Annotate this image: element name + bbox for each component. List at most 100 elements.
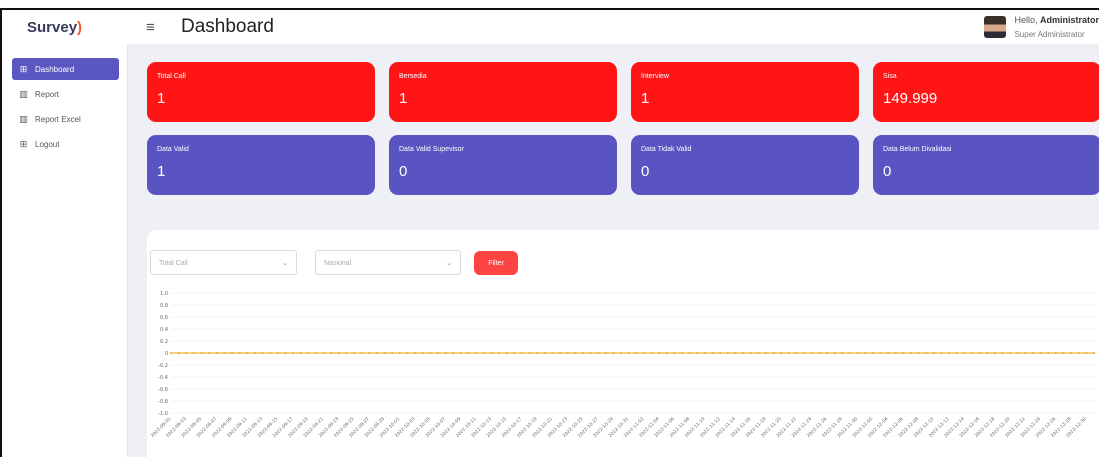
- app-frame: Survey) ≡ Dashboard Hello, Administrator…: [0, 8, 1099, 457]
- data-point: [978, 351, 981, 355]
- data-point: [688, 351, 691, 355]
- card-label: Data Belum Divalidasi: [883, 146, 952, 153]
- data-point: [825, 351, 829, 355]
- data-point: [986, 351, 989, 355]
- sidebar-item-report-excel[interactable]: ▥ Report Excel: [12, 108, 119, 130]
- hamburger-icon[interactable]: ≡: [146, 19, 166, 36]
- data-point: [1024, 351, 1027, 355]
- data-point: [833, 351, 836, 355]
- data-point: [558, 351, 562, 355]
- card-value: 0: [883, 163, 892, 180]
- data-point: [1001, 351, 1004, 355]
- data-point: [650, 351, 653, 355]
- card-value: 1: [157, 90, 166, 107]
- data-point: [612, 351, 615, 355]
- data-point: [505, 351, 508, 355]
- data-point: [780, 351, 783, 355]
- data-point: [169, 351, 173, 355]
- data-point: [879, 351, 882, 355]
- data-point: [269, 351, 272, 355]
- metric-select[interactable]: Total Call ⌄: [150, 250, 297, 275]
- data-point: [429, 351, 432, 355]
- data-point: [719, 351, 722, 355]
- data-point: [1085, 351, 1088, 355]
- data-point: [543, 351, 546, 355]
- stat-card-data-belum-divalidasi: Data Belum Divalidasi 0: [873, 135, 1099, 195]
- data-point: [963, 351, 966, 355]
- card-value: 1: [399, 90, 408, 107]
- data-point: [1077, 351, 1080, 355]
- data-point: [566, 351, 569, 355]
- data-point: [459, 351, 462, 355]
- main-content: Total Call 1 Bersedia 1 Interview 1 Sisa…: [128, 44, 1099, 457]
- data-point: [497, 351, 501, 355]
- sidebar-item-report[interactable]: ▥ Report: [12, 83, 119, 105]
- table-icon: ▥: [19, 88, 28, 99]
- card-label: Total Call: [157, 73, 186, 80]
- sidebar-item-label: Report: [35, 89, 60, 99]
- data-point: [360, 351, 363, 355]
- data-point: [925, 351, 928, 355]
- stat-card-total-call: Total Call 1: [147, 62, 375, 122]
- data-point: [1092, 351, 1096, 355]
- card-label: Data Tidak Valid: [641, 146, 692, 153]
- data-point: [345, 351, 348, 355]
- table-icon: ▥: [19, 113, 28, 124]
- sidebar-item-label: Report Excel: [35, 114, 81, 124]
- brand-logo[interactable]: Survey): [2, 10, 130, 44]
- user-menu[interactable]: Hello, Administrator Super Administrator: [984, 10, 1099, 44]
- data-point: [551, 351, 554, 355]
- y-tick-label: -1.0: [158, 411, 168, 417]
- data-point: [635, 351, 638, 355]
- data-point: [1016, 351, 1019, 355]
- data-point: [375, 351, 379, 355]
- card-value: 1: [641, 90, 650, 107]
- data-point: [230, 351, 234, 355]
- data-point: [749, 351, 752, 355]
- data-point: [528, 351, 531, 355]
- data-point: [803, 351, 806, 355]
- data-point: [871, 351, 874, 355]
- data-point: [383, 351, 386, 355]
- data-point: [314, 351, 318, 355]
- region-select[interactable]: Nasional ⌄: [315, 250, 461, 275]
- y-tick-label: -0.6: [158, 387, 168, 393]
- data-point: [482, 351, 485, 355]
- data-point: [215, 351, 218, 355]
- avatar[interactable]: [984, 16, 1007, 38]
- data-point: [619, 351, 623, 355]
- data-point: [673, 351, 676, 355]
- y-tick-label: 1.0: [160, 291, 168, 297]
- data-point: [1031, 351, 1035, 355]
- line-chart: 1.00.80.60.40.20-0.2-0.4-0.6-0.8-1.02022…: [150, 291, 1096, 439]
- data-point: [734, 351, 737, 355]
- data-point: [536, 351, 539, 355]
- data-point: [764, 351, 768, 355]
- card-label: Sisa: [883, 73, 897, 80]
- card-value: 149.999: [883, 90, 938, 107]
- data-point: [352, 351, 356, 355]
- filter-button[interactable]: Filter: [474, 251, 518, 275]
- data-point: [1008, 351, 1012, 355]
- data-point: [475, 351, 478, 355]
- top-bar: Survey) ≡ Dashboard Hello, Administrator…: [2, 10, 1099, 44]
- data-point: [856, 351, 859, 355]
- user-role: Super Administrator: [1014, 29, 1085, 39]
- data-point: [246, 351, 249, 355]
- data-point: [597, 351, 600, 355]
- sidebar-item-dashboard[interactable]: ⊞ Dashboard: [12, 58, 119, 80]
- y-tick-label: 0.4: [160, 327, 168, 333]
- data-point: [398, 351, 401, 355]
- data-point: [261, 351, 264, 355]
- data-point: [1062, 351, 1065, 355]
- data-point: [810, 351, 813, 355]
- data-point: [467, 351, 470, 355]
- sidebar-item-logout[interactable]: ⊞ Logout: [12, 133, 119, 155]
- data-point: [947, 351, 951, 355]
- data-point: [680, 351, 684, 355]
- card-value: 0: [641, 163, 650, 180]
- y-tick-label: 0.2: [160, 339, 168, 345]
- data-point: [726, 351, 729, 355]
- data-point: [886, 351, 890, 355]
- page-title: Dashboard: [181, 16, 274, 37]
